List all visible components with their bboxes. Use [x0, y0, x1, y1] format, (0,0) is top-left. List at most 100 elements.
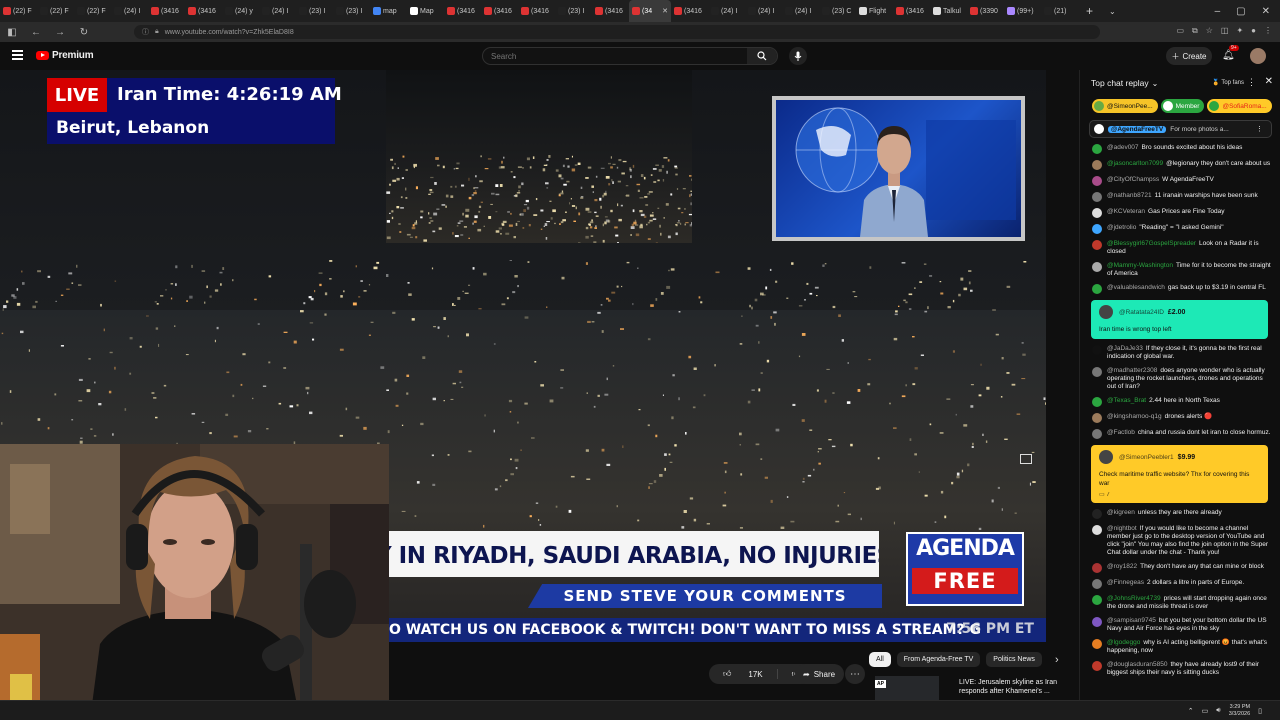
browser-tab[interactable]: (3416 — [592, 0, 629, 22]
browser-tab[interactable]: (23) I — [296, 0, 333, 22]
chat-author[interactable]: @Texas_Brat — [1107, 397, 1146, 404]
browser-tab[interactable]: (24) I — [259, 0, 296, 22]
browser-tab[interactable]: Map — [407, 0, 444, 22]
site-info-icon[interactable]: ⓘ — [142, 27, 149, 37]
more-actions-button[interactable]: ⋯ — [845, 664, 865, 684]
notifications-bell-icon[interactable]: 🔔︎ — [1222, 50, 1235, 61]
network-icon[interactable]: ▭ — [1202, 707, 1209, 715]
voice-search-button[interactable] — [789, 47, 807, 65]
url-field[interactable]: ⓘ 🔒︎ www.youtube.com/watch?v=Zhk5ElaD8I8 — [134, 25, 1100, 39]
browser-tab[interactable]: (22) F — [0, 0, 37, 22]
browser-tab[interactable]: (23) C — [819, 0, 856, 22]
new-tab-button[interactable]: + — [1078, 4, 1101, 18]
chat-author[interactable]: @CityOfChampss — [1107, 176, 1159, 183]
browser-tab[interactable]: (22) F — [74, 0, 111, 22]
chat-message[interactable]: @Factlob china and russia dont let iran t… — [1092, 426, 1280, 442]
super-chat[interactable]: @Ratatata24ID £2.00 Iran time is wrong top… — [1091, 300, 1268, 339]
browser-tab[interactable]: (24) I — [745, 0, 782, 22]
chat-author[interactable]: @Blessygirl67GospelSpreader — [1107, 240, 1196, 247]
browser-tab[interactable]: (21) — [1041, 0, 1078, 22]
forward-icon[interactable]: → — [54, 27, 66, 38]
split-view-icon[interactable]: ◫ — [1221, 26, 1229, 36]
chat-message[interactable]: @lgodeggo why is AI acting belligerent 😡 … — [1092, 636, 1280, 658]
close-tab-icon[interactable]: ✕ — [662, 7, 668, 15]
chat-author[interactable]: @douglasduran5850 — [1107, 661, 1167, 668]
back-icon[interactable]: ← — [30, 27, 42, 38]
like-button[interactable]: 👍︎ 17K — [709, 669, 777, 679]
chat-author[interactable]: @valuablesandwich — [1107, 284, 1165, 291]
chat-author[interactable]: @Mammy-Washington — [1107, 262, 1173, 269]
extensions-icon[interactable]: ✦ — [1236, 26, 1243, 36]
chat-message[interactable]: @kigreen unless they are there already — [1092, 506, 1280, 522]
chat-message[interactable]: @jasoncarlton7099 @legionary they don't c… — [1092, 157, 1280, 173]
browser-tab[interactable]: (24) y — [222, 0, 259, 22]
browser-tab[interactable]: (23) I — [333, 0, 370, 22]
browser-tab[interactable]: (3416 — [671, 0, 708, 22]
pinned-menu-icon[interactable]: ⋮ — [1256, 125, 1263, 133]
recommended-video[interactable]: AP LIVE: Jerusalem skyline as Iran respo… — [875, 676, 1085, 700]
cast-icon[interactable]: ▭ — [1176, 26, 1184, 36]
chat-author[interactable]: @kigreen — [1107, 509, 1135, 516]
chat-author[interactable]: @Factlob — [1107, 429, 1135, 436]
search-input[interactable] — [483, 51, 743, 61]
volume-icon[interactable]: 🔊︎ — [1216, 707, 1220, 715]
chip-0[interactable]: All — [869, 652, 891, 667]
search-button[interactable] — [747, 48, 777, 64]
browser-tab[interactable]: Flight — [856, 0, 893, 22]
bookmark-icon[interactable]: ☆ — [1206, 26, 1213, 36]
chat-author[interactable]: @Finnegeas — [1107, 579, 1144, 586]
browser-tab[interactable]: (24) I — [708, 0, 745, 22]
browser-tab[interactable]: (3416 — [444, 0, 481, 22]
chat-message[interactable]: @madhatter2308 does anyone wonder who is … — [1092, 364, 1280, 394]
browser-tab[interactable]: (22) F — [37, 0, 74, 22]
chat-author[interactable]: @sampisan9745 — [1107, 617, 1156, 624]
chevron-up-icon[interactable]: ⌃ — [1188, 707, 1194, 715]
create-button[interactable]: ＋ Create — [1166, 47, 1212, 65]
chat-message[interactable]: @Mammy-Washington Time for it to become t… — [1092, 259, 1280, 281]
chevron-down-icon[interactable]: ⌄ — [1152, 79, 1159, 88]
browser-tab[interactable]: (24) I — [111, 0, 148, 22]
minimize-icon[interactable]: – — [1215, 6, 1221, 17]
share-button[interactable]: ➦ Share — [795, 664, 844, 684]
chat-author[interactable]: @roy1822 — [1107, 563, 1137, 570]
chat-author[interactable]: @nightbot — [1107, 525, 1137, 532]
chat-message[interactable]: @nightbot If you would like to become a c… — [1092, 522, 1280, 560]
browser-tab[interactable]: (3416 — [481, 0, 518, 22]
chevron-right-icon[interactable]: › — [1055, 654, 1059, 666]
chat-menu-icon[interactable]: ⋮ — [1247, 77, 1256, 88]
browser-tab[interactable]: (99+) — [1004, 0, 1041, 22]
chat-author[interactable]: @madhatter2308 — [1107, 367, 1157, 374]
browser-tab[interactable]: (3416 — [185, 0, 222, 22]
super-chat-author[interactable]: @SimeonPeebler1 — [1119, 454, 1174, 461]
ticker-chip[interactable]: @SofiaRoma... — [1207, 99, 1272, 113]
chip-1[interactable]: From Agenda-Free TV — [896, 652, 981, 667]
browser-tab[interactable]: (3416 — [518, 0, 555, 22]
chat-message[interactable]: @JohnsRiver4739 prices will start droppin… — [1092, 592, 1280, 614]
browser-tab[interactable]: (34 ✕ — [629, 0, 671, 22]
chat-message[interactable]: @sampisan9745 but you bet your bottom dol… — [1092, 614, 1280, 636]
notifications-icon[interactable]: ▯ — [1258, 707, 1262, 715]
chat-message[interactable]: @JaDaJe33 If they close it, it's gonna be… — [1092, 342, 1280, 364]
browser-tab[interactable]: (23) I — [555, 0, 592, 22]
reload-icon[interactable]: ↻ — [78, 27, 90, 38]
chat-message[interactable]: @nathanb8721 11 iranain warships have bee… — [1092, 189, 1280, 205]
browser-menu-icon[interactable]: ⋮ — [1264, 26, 1272, 36]
browser-tab[interactable]: map — [370, 0, 407, 22]
chat-author[interactable]: @jdetrolio — [1107, 224, 1136, 231]
pinned-message[interactable]: @AgendaFreeTV For more photos a... ⋮ — [1089, 120, 1272, 138]
chat-author[interactable]: @lgodeggo — [1107, 639, 1140, 646]
close-icon[interactable]: ✕ — [1265, 76, 1273, 87]
chat-message[interactable]: @adev007 Bro sounds excited about his ide… — [1092, 141, 1280, 157]
account-avatar[interactable] — [1250, 48, 1266, 64]
chat-message[interactable]: @roy1822 They don't have any that can min… — [1092, 560, 1280, 576]
chip-2[interactable]: Politics News — [986, 652, 1042, 667]
chat-message[interactable]: @Blessygirl67GospelSpreader Look on a Rad… — [1092, 237, 1280, 259]
screenshot-icon[interactable]: ⧉ — [1192, 26, 1198, 36]
hamburger-menu-icon[interactable] — [12, 50, 23, 60]
chat-author[interactable]: @kingshamoo-q1g — [1107, 413, 1162, 420]
browser-tab[interactable]: (3416 — [148, 0, 185, 22]
tab-list-button[interactable]: ⌄ — [1101, 7, 1124, 16]
chat-author[interactable]: @JaDaJe33 — [1107, 345, 1143, 352]
close-window-icon[interactable]: ✕ — [1262, 6, 1270, 17]
chat-author[interactable]: @JohnsRiver4739 — [1107, 595, 1161, 602]
